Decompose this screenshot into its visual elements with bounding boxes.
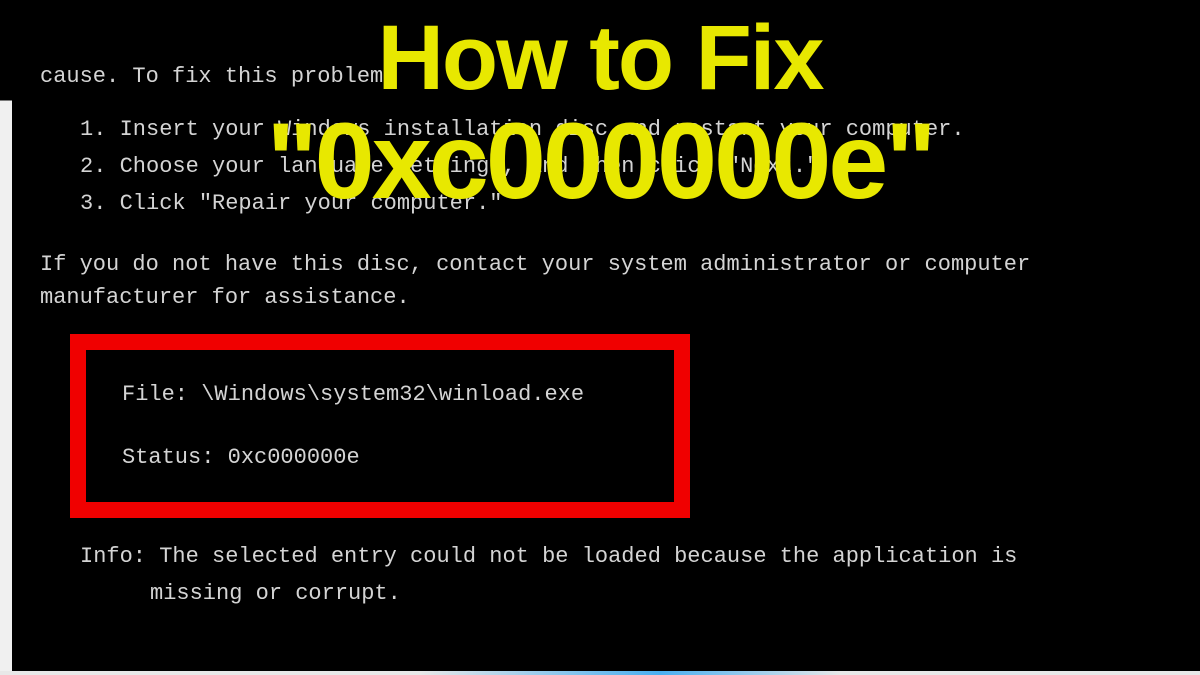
repair-steps: 1. Insert your Windows installation disc…: [40, 113, 1160, 220]
step-one: 1. Insert your Windows installation disc…: [80, 113, 1160, 146]
file-value: \Windows\system32\winload.exe: [201, 382, 584, 407]
error-highlight-box: File: \Windows\system32\winload.exe Stat…: [70, 334, 690, 518]
info-text: The selected entry could not be loaded b…: [159, 544, 1017, 569]
boot-error-screen: cause. To fix this problem 1. Insert you…: [0, 0, 1200, 640]
info-section: Info: The selected entry could not be lo…: [40, 540, 1160, 610]
file-row: File: \Windows\system32\winload.exe: [122, 378, 638, 411]
info-label: Info:: [80, 544, 146, 569]
no-disc-message: If you do not have this disc, contact yo…: [40, 248, 1160, 314]
status-label: Status:: [122, 445, 214, 470]
status-value: 0xc000000e: [228, 445, 360, 470]
status-row: Status: 0xc000000e: [122, 441, 638, 474]
info-line2: missing or corrupt.: [80, 577, 1160, 610]
file-label: File:: [122, 382, 188, 407]
info-line1: Info: The selected entry could not be lo…: [80, 540, 1160, 573]
step-two: 2. Choose your language settings, and th…: [80, 150, 1160, 183]
cause-text: cause. To fix this problem: [40, 60, 1160, 93]
step-three: 3. Click "Repair your computer.": [80, 187, 1160, 220]
